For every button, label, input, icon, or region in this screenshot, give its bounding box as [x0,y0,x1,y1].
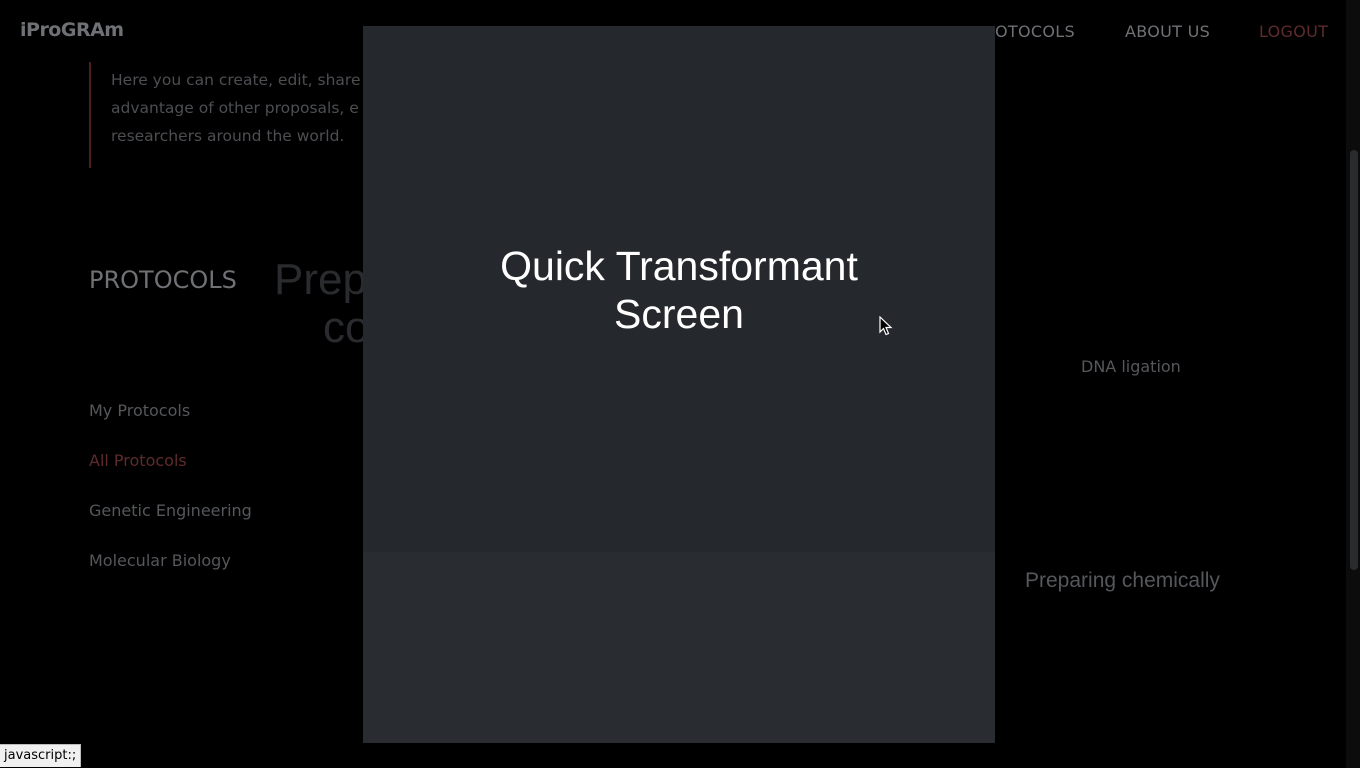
mouse-cursor-icon [879,316,893,336]
modal-title-line: Screen [614,291,744,337]
nav-link-logout[interactable]: LOGOUT [1259,22,1328,41]
nav-link-about-us[interactable]: ABOUT US [1125,22,1210,41]
modal-title-line: Quick Transformant [500,243,858,289]
protocol-card-title-line: Prep [274,255,367,304]
brand-logo[interactable]: iProGRAm [20,19,124,41]
sidebar-item-all-protocols[interactable]: All Protocols [89,451,187,470]
protocol-modal[interactable]: Quick Transformant Screen [363,26,995,743]
sidebar-item-molecular-biology[interactable]: Molecular Biology [89,551,231,570]
sidebar-item-my-protocols[interactable]: My Protocols [89,401,190,420]
protocol-card-dna-ligation[interactable]: DNA ligation [1081,357,1181,376]
nav-link-protocols[interactable]: OTOCOLS [995,22,1075,41]
protocol-card-title[interactable]: Prep co [274,256,369,352]
sidebar-item-genetic-engineering[interactable]: Genetic Engineering [89,501,252,520]
protocol-card-preparing-chemically[interactable]: Preparing chemically [1025,569,1220,593]
sidebar-title: PROTOCOLS [89,266,237,294]
modal-title: Quick Transformant Screen [363,242,995,338]
scrollbar-thumb[interactable] [1350,150,1358,570]
status-bar-url: javascript:; [0,744,82,767]
intro-blockquote: Here you can create, edit, share advanta… [89,62,391,168]
